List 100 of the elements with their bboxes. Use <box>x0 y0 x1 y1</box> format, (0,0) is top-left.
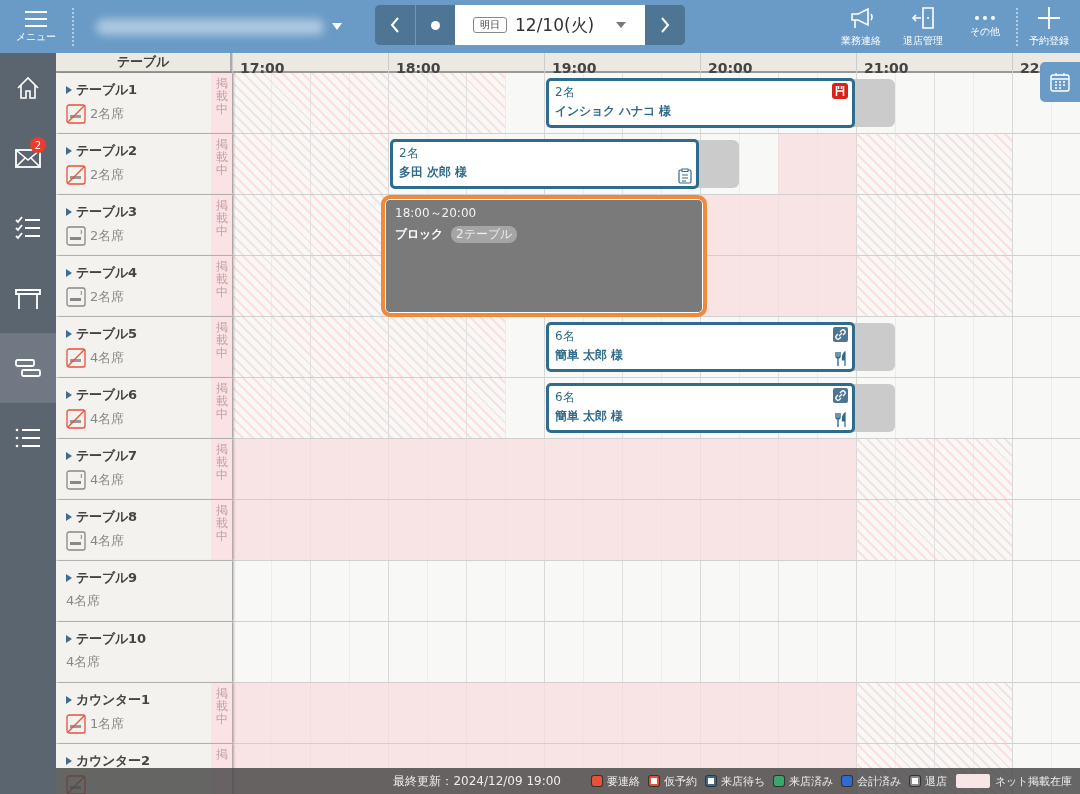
toolbar-button[interactable]: 業務連絡 <box>830 0 892 53</box>
fork-knife-icon <box>834 412 848 428</box>
reservation-card[interactable]: 2名 多田 次郎 様 <box>390 139 699 189</box>
seat-capacity: 4名席 <box>66 653 101 671</box>
expand-icon[interactable] <box>66 86 72 94</box>
reservation-card[interactable]: 2名 インショク ハナコ 様 <box>546 78 855 128</box>
hour-label: 22 <box>1020 60 1040 77</box>
listing-label: 掲載中 <box>215 77 228 119</box>
table-name: カウンター1 <box>76 691 151 709</box>
block-card[interactable]: 18:00～20:00 ブロック 2テーブル <box>381 195 707 317</box>
seat-capacity: 4名席 <box>90 410 125 428</box>
guest-name: 簡単 太郎 様 <box>555 408 624 425</box>
party-size: 2名 <box>399 145 419 162</box>
menu-button[interactable]: メニュー <box>0 0 72 53</box>
fork-knife-icon <box>834 351 848 367</box>
hour-label: 18:00 <box>396 60 441 77</box>
chevron-left-icon <box>390 17 400 33</box>
seat-capacity: 4名席 <box>66 592 101 610</box>
seat-capacity: 4名席 <box>90 349 125 367</box>
caret-icon <box>616 22 627 28</box>
table-name: テーブル6 <box>76 386 138 404</box>
dot-icon <box>431 20 440 30</box>
seat-capacity: 4名席 <box>90 532 125 550</box>
legend-label: 要連絡 <box>607 773 640 789</box>
clipboard-icon <box>678 168 692 184</box>
party-size: 2名 <box>555 84 575 101</box>
seat-capacity: 2名席 <box>90 227 125 245</box>
table-name: カウンター2 <box>76 752 151 770</box>
toolbar-button[interactable]: その他 <box>954 0 1016 53</box>
sidebar-item[interactable] <box>0 333 56 403</box>
caret-icon[interactable] <box>332 23 342 30</box>
party-size: 6名 <box>555 389 575 406</box>
seat-capacity: 1名席 <box>90 715 125 733</box>
more-icon <box>973 14 997 21</box>
reservation-card[interactable]: 6名 簡単 太郎 様 <box>546 322 855 372</box>
block-time: 18:00～20:00 <box>395 205 478 222</box>
legend-label: 退店 <box>925 773 947 789</box>
megaphone-icon <box>849 5 873 30</box>
legend-label: 来店待ち <box>721 773 765 789</box>
hour-label: 17:00 <box>240 60 285 77</box>
date-text: 12/10(火) <box>515 13 595 37</box>
expand-icon[interactable] <box>66 696 72 704</box>
calendar-icon <box>1050 72 1070 92</box>
legend-label: ネット掲載在庫 <box>995 773 1072 789</box>
party-size: 6名 <box>555 328 575 345</box>
listing-label: 掲載中 <box>215 504 228 546</box>
expand-icon[interactable] <box>66 147 72 155</box>
toolbar-button[interactable]: 退店管理 <box>892 0 954 53</box>
block-label: ブロック <box>395 226 443 243</box>
legend-label: 来店済み <box>789 773 833 789</box>
plus-icon <box>1037 5 1061 30</box>
guest-name: 簡単 太郎 様 <box>555 347 624 364</box>
toolbar-button[interactable]: 予約登録 <box>1018 0 1080 53</box>
listing-label: 掲 <box>215 748 228 763</box>
hour-label: 21:00 <box>864 60 909 77</box>
expand-icon[interactable] <box>66 574 72 582</box>
expand-icon[interactable] <box>66 208 72 216</box>
link-icon <box>833 327 848 342</box>
expand-icon[interactable] <box>66 452 72 460</box>
guest-name: 多田 次郎 様 <box>399 164 468 181</box>
expand-icon[interactable] <box>66 269 72 277</box>
listing-label: 掲載中 <box>215 321 228 363</box>
seat-capacity: 4名席 <box>90 471 125 489</box>
table-name: テーブル3 <box>76 203 138 221</box>
seat-capacity: 2名席 <box>90 288 125 306</box>
table-name: テーブル10 <box>76 630 147 648</box>
table-count-tag: 2テーブル <box>451 226 517 243</box>
seat-capacity: 2名席 <box>90 105 125 123</box>
chevron-right-icon <box>660 17 670 33</box>
hour-label: 19:00 <box>552 60 597 77</box>
door-exit-icon <box>911 5 935 30</box>
table-name: テーブル1 <box>76 81 138 99</box>
reservation-card[interactable]: 6名 簡単 太郎 様 <box>546 383 855 433</box>
expand-icon[interactable] <box>66 757 72 765</box>
unread-count-badge: 2 <box>30 137 46 153</box>
expand-icon[interactable] <box>66 635 72 643</box>
listing-label: 掲載中 <box>215 687 228 729</box>
legend-label: 仮予約 <box>664 773 697 789</box>
listing-label: 掲載中 <box>215 138 228 180</box>
listing-label: 掲載中 <box>215 443 228 485</box>
expand-icon[interactable] <box>66 391 72 399</box>
expand-icon[interactable] <box>66 330 72 338</box>
day-tag: 明日 <box>473 17 507 33</box>
listing-label: 掲載中 <box>215 199 228 241</box>
table-name: テーブル8 <box>76 508 138 526</box>
table-name: テーブル4 <box>76 264 138 282</box>
checklist-icon <box>14 214 42 242</box>
seat-capacity: 2名席 <box>90 166 125 184</box>
menu-icon <box>24 9 48 28</box>
last-updated: 最終更新：2024/12/09 19:00 <box>393 772 561 790</box>
expand-icon[interactable] <box>66 513 72 521</box>
link-icon <box>833 388 848 403</box>
table-name: テーブル9 <box>76 569 138 587</box>
listing-label: 掲載中 <box>215 382 228 424</box>
table-name: テーブル5 <box>76 325 138 343</box>
fork-badge-icon <box>832 83 848 99</box>
legend-label: 会計済み <box>857 773 901 789</box>
guest-name: インショク ハナコ 様 <box>555 103 672 120</box>
date-picker[interactable]: 明日 12/10(火) <box>455 5 645 45</box>
sidebar-item[interactable]: 2 <box>0 123 56 193</box>
